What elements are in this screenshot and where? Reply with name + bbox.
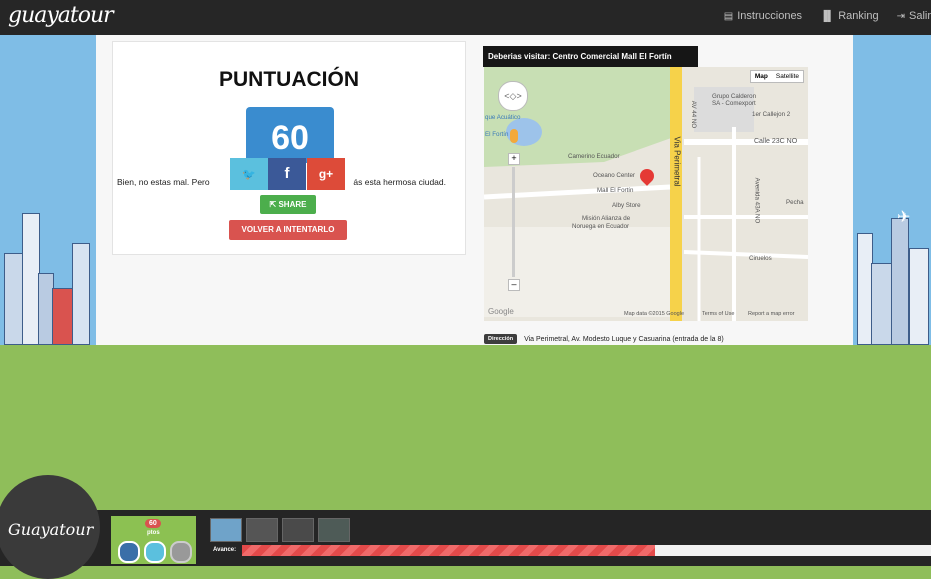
location-thumbnail[interactable]	[210, 518, 242, 542]
pegman-icon[interactable]	[510, 129, 518, 143]
map-label: Avenida 43A NO	[753, 177, 761, 224]
airplane-icon: ✈	[897, 209, 911, 226]
twitter-share-button[interactable]: 🐦	[230, 158, 268, 190]
map-zoom-in-button[interactable]: +	[508, 153, 520, 165]
recommendation-tooltip: Deberias visitar: Centro Comercial Mall …	[483, 46, 698, 67]
google-plus-icon: g+	[318, 167, 334, 181]
map-label: 1er Callejon 2	[752, 111, 791, 118]
top-navbar: guayatour ▤ Instrucciones ▐▌ Ranking ⇥ Sali…	[0, 0, 931, 35]
right-city-illustration	[853, 195, 931, 345]
map-label: Calle 23C NO	[754, 138, 798, 145]
map-label: Mall El Fortín	[597, 187, 634, 194]
nav-menu: ▤ Instrucciones ▐▌ Ranking ⇥ Salir	[724, 10, 931, 22]
map-label: SA - Comexport	[712, 100, 756, 107]
brand-logo[interactable]: guayatour	[8, 3, 114, 28]
medal-blue-icon	[118, 541, 140, 563]
map-label: Ciruelos	[749, 255, 772, 262]
map-type-control: Map Satellite	[749, 70, 804, 83]
progress-bar	[242, 545, 931, 556]
progress-bar-fill	[242, 545, 656, 556]
score-title: PUNTUACIÓN	[219, 68, 359, 91]
map-footer-data: Map data ©2015 Google	[624, 311, 685, 317]
score-value: 60	[246, 107, 334, 163]
medal-gray-icon	[170, 541, 192, 563]
google-plus-share-button[interactable]: g+	[307, 158, 345, 190]
map-type-map[interactable]: Map	[751, 71, 772, 82]
points-card: 60 ptos	[111, 516, 196, 564]
left-city-illustration	[0, 195, 96, 345]
map-zoom-out-button[interactable]: –	[508, 279, 520, 291]
points-label: ptos	[147, 530, 160, 536]
bar-chart-icon: ▐▌	[820, 10, 835, 22]
avance-label: Avance:	[213, 547, 237, 553]
location-thumbnail[interactable]	[318, 518, 350, 542]
map-label: El Fortín	[485, 131, 509, 138]
map-label: Alby Store	[612, 202, 641, 209]
map-label: Oceano Center	[593, 172, 635, 179]
map-label: AV 44 NO	[690, 100, 698, 129]
location-thumbnail[interactable]	[246, 518, 278, 542]
twitter-icon: 🐦	[242, 169, 256, 181]
nav-instrucciones[interactable]: ▤ Instrucciones	[724, 10, 802, 22]
map-label: que Acuático	[485, 114, 521, 121]
map-pan-control[interactable]: <◇>	[498, 81, 528, 111]
map-zoom-slider[interactable]	[512, 167, 515, 277]
google-logo: Google	[488, 307, 514, 316]
map-label: Misión Alianza de	[582, 215, 631, 222]
points-value: 60	[145, 519, 161, 528]
nav-ranking[interactable]: ▐▌ Ranking	[820, 10, 879, 22]
map-label: Via Perimetral	[672, 136, 682, 187]
score-message-right: ás esta hermosa ciudad.	[353, 177, 446, 187]
book-icon: ▤	[723, 10, 734, 22]
map-footer-terms[interactable]: Terms of Use	[702, 311, 734, 317]
nav-salir[interactable]: ⇥ Salir	[897, 10, 931, 22]
grass-background	[0, 345, 931, 510]
footer-logo: Guayatour	[8, 520, 94, 539]
map-footer-report[interactable]: Report a map error	[748, 311, 794, 317]
map-label: Noruega en Ecuador	[572, 223, 630, 230]
map-label: Grupo Calderon	[712, 93, 757, 100]
retry-button[interactable]: VOLVER A INTENTARLO	[229, 220, 347, 240]
direccion-badge: Dirección	[484, 334, 518, 344]
map-type-satellite[interactable]: Satellite	[772, 71, 803, 82]
medal-lightblue-icon	[144, 541, 166, 563]
map-label: Pecha	[786, 199, 804, 206]
facebook-icon: f	[284, 165, 290, 182]
map-label: Camerino Ecuador	[568, 153, 620, 160]
score-message-left: Bien, no estas mal. Pero	[117, 177, 210, 187]
location-thumbnail[interactable]	[282, 518, 314, 542]
direccion-text: Via Perimetral, Av. Modesto Luque y Casu…	[524, 335, 724, 343]
facebook-share-button[interactable]: f	[268, 158, 306, 190]
google-map[interactable]: <◇> + – Map Satellite Grupo Calderon SA …	[484, 67, 808, 321]
share-button[interactable]: ⇱ SHARE	[260, 195, 316, 214]
score-card: PUNTUACIÓN 60 Bien, no estas mal. Pero á…	[112, 41, 466, 255]
sign-out-icon: ⇥	[896, 10, 905, 22]
direccion-row: Dirección Via Perimetral, Av. Modesto Lu…	[484, 334, 724, 344]
